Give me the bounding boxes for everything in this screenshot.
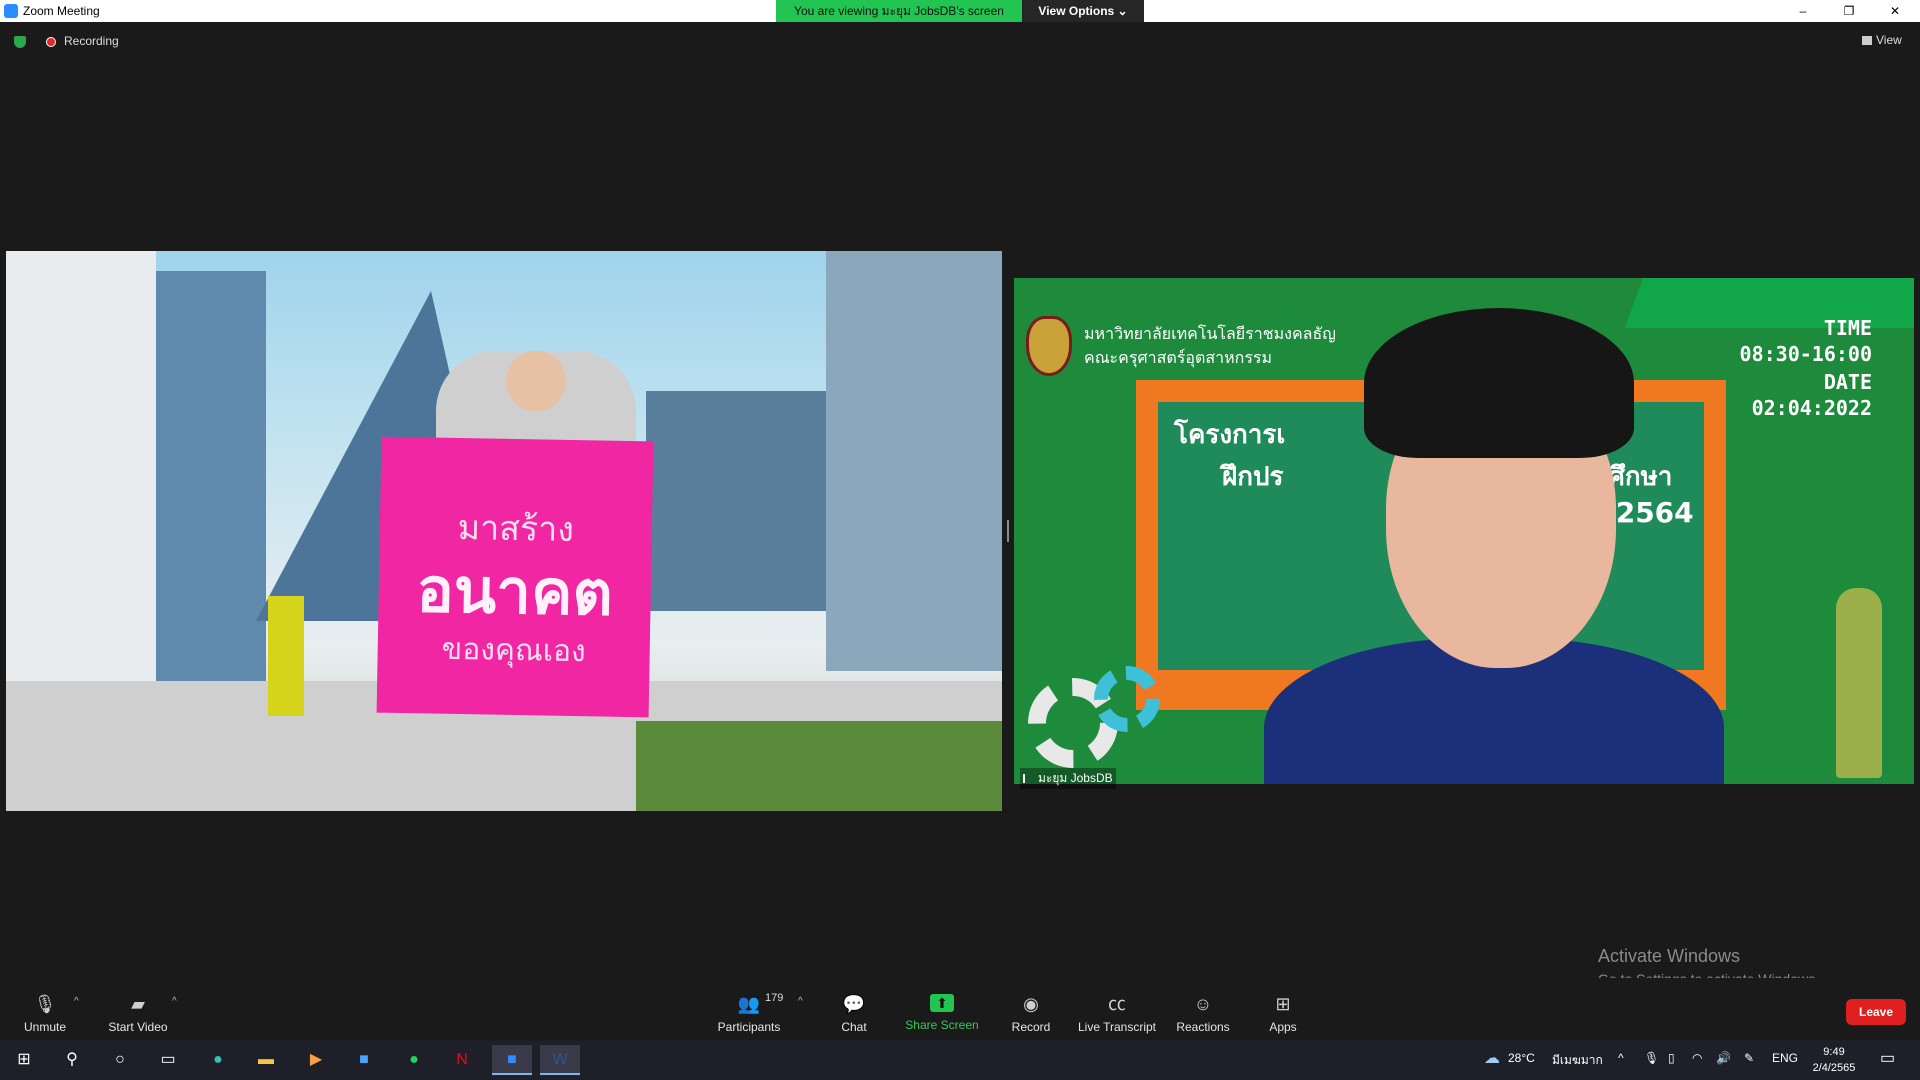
view-options-button[interactable]: View Options ⌄ bbox=[1022, 0, 1144, 22]
weather-cloud-icon[interactable]: ☁ bbox=[1484, 1048, 1500, 1068]
media-player-icon[interactable]: ▶ bbox=[296, 1045, 336, 1075]
participant-video[interactable]: มหาวิทยาลัยเทคโนโลยีราชมงคลธัญ คณะครุศาส… bbox=[1014, 278, 1914, 784]
apps-button[interactable]: ⊞ Apps bbox=[1235, 994, 1331, 1034]
unmute-button[interactable]: 🎙 Unmute bbox=[0, 994, 93, 1034]
gear-icon bbox=[1094, 666, 1160, 732]
worker-figure bbox=[268, 596, 304, 716]
teacher-illustration bbox=[1836, 588, 1882, 778]
record-button[interactable]: ◉ Record bbox=[983, 994, 1079, 1034]
chat-icon: 💬 bbox=[842, 994, 866, 1014]
video-options-caret[interactable]: ^ bbox=[172, 996, 177, 1007]
spotify-icon[interactable]: ● bbox=[394, 1045, 434, 1075]
time-value: 08:30-16:00 bbox=[1739, 342, 1872, 366]
weather-temperature[interactable]: 28°C bbox=[1508, 1051, 1535, 1065]
microphone-tray-icon[interactable]: 🎙 bbox=[1644, 1051, 1659, 1065]
apps-label: Apps bbox=[1269, 1020, 1297, 1034]
task-view-icon[interactable]: ▭ bbox=[148, 1045, 188, 1075]
time-label: TIME bbox=[1823, 316, 1872, 340]
weather-condition[interactable]: มีเมฆมาก bbox=[1552, 1051, 1603, 1070]
reactions-label: Reactions bbox=[1176, 1020, 1230, 1034]
taskbar-clock[interactable]: 9:49 2/4/2565 bbox=[1806, 1044, 1862, 1076]
volume-icon[interactable]: 🔊 bbox=[1716, 1051, 1731, 1065]
pink-sign: มาสร้าง อนาคต ของคุณเอง bbox=[376, 436, 654, 718]
search-icon[interactable]: ⚲ bbox=[52, 1045, 92, 1075]
language-indicator[interactable]: ENG bbox=[1772, 1051, 1798, 1065]
participants-button[interactable]: 👥 Participants bbox=[701, 994, 797, 1034]
window-title: Zoom Meeting bbox=[23, 4, 100, 18]
live-transcript-label: Live Transcript bbox=[1077, 1020, 1157, 1034]
windows-taskbar bbox=[0, 1040, 1920, 1080]
recording-label: Recording bbox=[64, 34, 119, 48]
netflix-icon[interactable]: N bbox=[442, 1045, 482, 1075]
faculty-name: คณะครุศาสตร์อุตสาหกรรม bbox=[1084, 348, 1273, 367]
share-screen-button[interactable]: ⬆ Share Screen bbox=[894, 994, 990, 1032]
audio-options-caret[interactable]: ^ bbox=[74, 996, 79, 1007]
pen-icon[interactable]: ✎ bbox=[1744, 1051, 1754, 1065]
building bbox=[646, 391, 846, 611]
live-transcript-button[interactable]: ㏄ Live Transcript bbox=[1069, 994, 1165, 1034]
grid-view-icon bbox=[1862, 36, 1872, 45]
security-shield-icon[interactable] bbox=[14, 36, 26, 48]
board-text-line2: ฝึกปร bbox=[1222, 462, 1284, 492]
restore-button[interactable]: ❐ bbox=[1826, 0, 1872, 22]
participant-name-tag: มะยุม JobsDB bbox=[1020, 768, 1116, 789]
participants-icon: 👥 bbox=[737, 994, 761, 1014]
university-name: มหาวิทยาลัยเทคโนโลยีราชมงคลธัญ bbox=[1084, 324, 1336, 343]
edge-browser-icon[interactable]: ● bbox=[198, 1045, 238, 1075]
record-label: Record bbox=[1011, 1020, 1051, 1034]
start-video-label: Start Video bbox=[108, 1020, 168, 1034]
file-explorer-icon[interactable]: ▬ bbox=[246, 1045, 286, 1075]
recording-icon bbox=[46, 37, 56, 47]
network-icon[interactable]: ◠ bbox=[1692, 1051, 1702, 1065]
sign-text-line3: ของคุณเอง bbox=[441, 631, 587, 670]
activate-windows-title: Activate Windows bbox=[1598, 946, 1741, 966]
tray-overflow-icon[interactable]: ^ bbox=[1618, 1051, 1624, 1065]
view-label: View bbox=[1876, 33, 1902, 47]
cortana-icon[interactable]: ○ bbox=[100, 1045, 140, 1075]
participants-label: Participants bbox=[717, 1020, 781, 1034]
share-screen-label: Share Screen bbox=[905, 1018, 979, 1032]
share-screen-icon: ⬆ bbox=[930, 994, 954, 1012]
battery-icon[interactable]: ▯ bbox=[1668, 1051, 1675, 1065]
participant-name: มะยุม JobsDB bbox=[1038, 771, 1113, 785]
zoom-logo-icon bbox=[4, 4, 18, 18]
participant-person bbox=[1264, 308, 1724, 784]
chat-button[interactable]: 💬 Chat bbox=[806, 994, 902, 1034]
word-taskbar-icon[interactable]: W bbox=[540, 1045, 580, 1075]
university-seal-icon bbox=[1026, 316, 1072, 376]
apps-icon: ⊞ bbox=[1275, 994, 1291, 1014]
chat-label: Chat bbox=[841, 1020, 867, 1034]
record-icon: ◉ bbox=[1023, 994, 1039, 1014]
participant-hair bbox=[1364, 308, 1634, 458]
screen-share-banner: You are viewing มะยุม JobsDB's screen bbox=[776, 0, 1022, 22]
shared-screen-video: มาสร้าง อนาคต ของคุณเอง bbox=[6, 251, 1002, 811]
start-menu-icon[interactable]: ⊞ bbox=[4, 1045, 44, 1075]
panel-resize-handle[interactable] bbox=[1007, 520, 1009, 542]
close-button[interactable]: ✕ bbox=[1872, 0, 1918, 22]
signal-strength-icon bbox=[1023, 774, 1035, 783]
closed-caption-icon: ㏄ bbox=[1108, 994, 1126, 1014]
date-value: 02:04:2022 bbox=[1751, 396, 1872, 420]
minimize-button[interactable]: – bbox=[1780, 0, 1826, 22]
store-icon[interactable]: ■ bbox=[344, 1045, 384, 1075]
person-head bbox=[506, 351, 566, 411]
hedge bbox=[606, 721, 1002, 811]
date-label: DATE bbox=[1823, 370, 1872, 394]
building bbox=[826, 251, 1002, 671]
leave-button[interactable]: Leave bbox=[1846, 999, 1906, 1025]
unmute-label: Unmute bbox=[23, 1020, 67, 1034]
participants-options-caret[interactable]: ^ bbox=[798, 996, 803, 1007]
board-text-line1: โครงการเ bbox=[1174, 420, 1286, 450]
zoom-taskbar-icon[interactable]: ■ bbox=[492, 1045, 532, 1075]
view-button[interactable]: View bbox=[1862, 33, 1902, 47]
notification-center-icon[interactable]: ▭ bbox=[1880, 1048, 1895, 1068]
muted-mic-icon: 🎙 bbox=[33, 994, 57, 1014]
clock-time: 9:49 bbox=[1823, 1046, 1845, 1058]
clock-date: 2/4/2565 bbox=[1812, 1062, 1856, 1074]
